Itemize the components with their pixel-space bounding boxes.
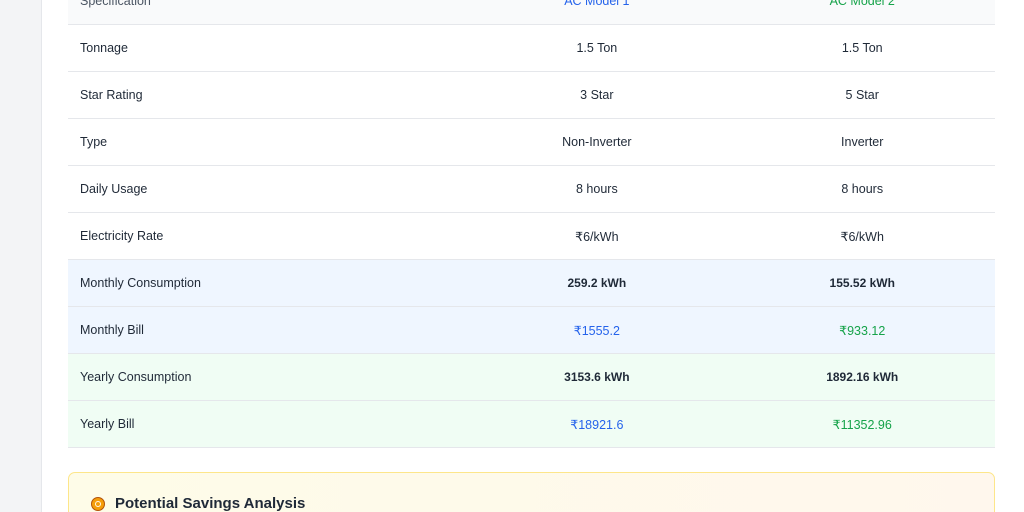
table-row-daily-usage: Daily Usage 8 hours 8 hours [68,165,995,213]
table-row-monthly-bill: Monthly Bill ₹1555.2 ₹933.12 [68,306,995,354]
row-label: Yearly Consumption [68,353,465,401]
model-1-value: Non-Inverter [464,118,730,166]
model-2-value: 1.5 Ton [729,24,995,72]
model-1-value: 1.5 Ton [464,24,730,72]
row-label: Yearly Bill [68,400,465,448]
row-label: Star Rating [68,71,465,119]
page: Specification AC Model 1 AC Model 2 Tonn… [0,0,1024,512]
table-row-electricity-rate: Electricity Rate ₹6/kWh ₹6/kWh [68,212,995,260]
model-1-value: 3153.6 kWh [464,353,730,401]
row-label: Daily Usage [68,165,465,213]
model-2-value: ₹11352.96 [729,400,995,448]
savings-title: Potential Savings Analysis [91,495,305,512]
comparison-table: Specification AC Model 1 AC Model 2 Tonn… [68,0,995,448]
model-1-value: ₹6/kWh [464,212,730,260]
table-row-tonnage: Tonnage 1.5 Ton 1.5 Ton [68,24,995,72]
model-2-value: ₹933.12 [729,306,995,354]
model-1-value: 8 hours [464,165,730,213]
row-label: Monthly Bill [68,306,465,354]
coin-icon [91,496,105,511]
model-2-value: ₹6/kWh [729,212,995,260]
header-ac-model-2: AC Model 2 [729,0,995,25]
table-row-monthly-consumption: Monthly Consumption 259.2 kWh 155.52 kWh [68,259,995,307]
savings-analysis-panel: Potential Savings Analysis [68,472,995,512]
header-ac-model-1: AC Model 1 [464,0,730,25]
model-2-value: 1892.16 kWh [729,353,995,401]
row-label: Monthly Consumption [68,259,465,307]
model-1-value: 259.2 kWh [464,259,730,307]
model-1-value: 3 Star [464,71,730,119]
model-2-value: 8 hours [729,165,995,213]
table-row-yearly-bill: Yearly Bill ₹18921.6 ₹11352.96 [68,400,995,448]
savings-title-text: Potential Savings Analysis [115,495,306,512]
model-2-value: Inverter [729,118,995,166]
table-row-type: Type Non-Inverter Inverter [68,118,995,166]
row-label: Electricity Rate [68,212,465,260]
row-label: Type [68,118,465,166]
model-1-value: ₹18921.6 [464,400,730,448]
header-specification: Specification [68,0,465,25]
table-row-star-rating: Star Rating 3 Star 5 Star [68,71,995,119]
model-1-value: ₹1555.2 [464,306,730,354]
model-2-value: 155.52 kWh [729,259,995,307]
model-2-value: 5 Star [729,71,995,119]
table-row-yearly-consumption: Yearly Consumption 3153.6 kWh 1892.16 kW… [68,353,995,401]
row-label: Tonnage [68,24,465,72]
table-header-row: Specification AC Model 1 AC Model 2 [68,0,995,25]
